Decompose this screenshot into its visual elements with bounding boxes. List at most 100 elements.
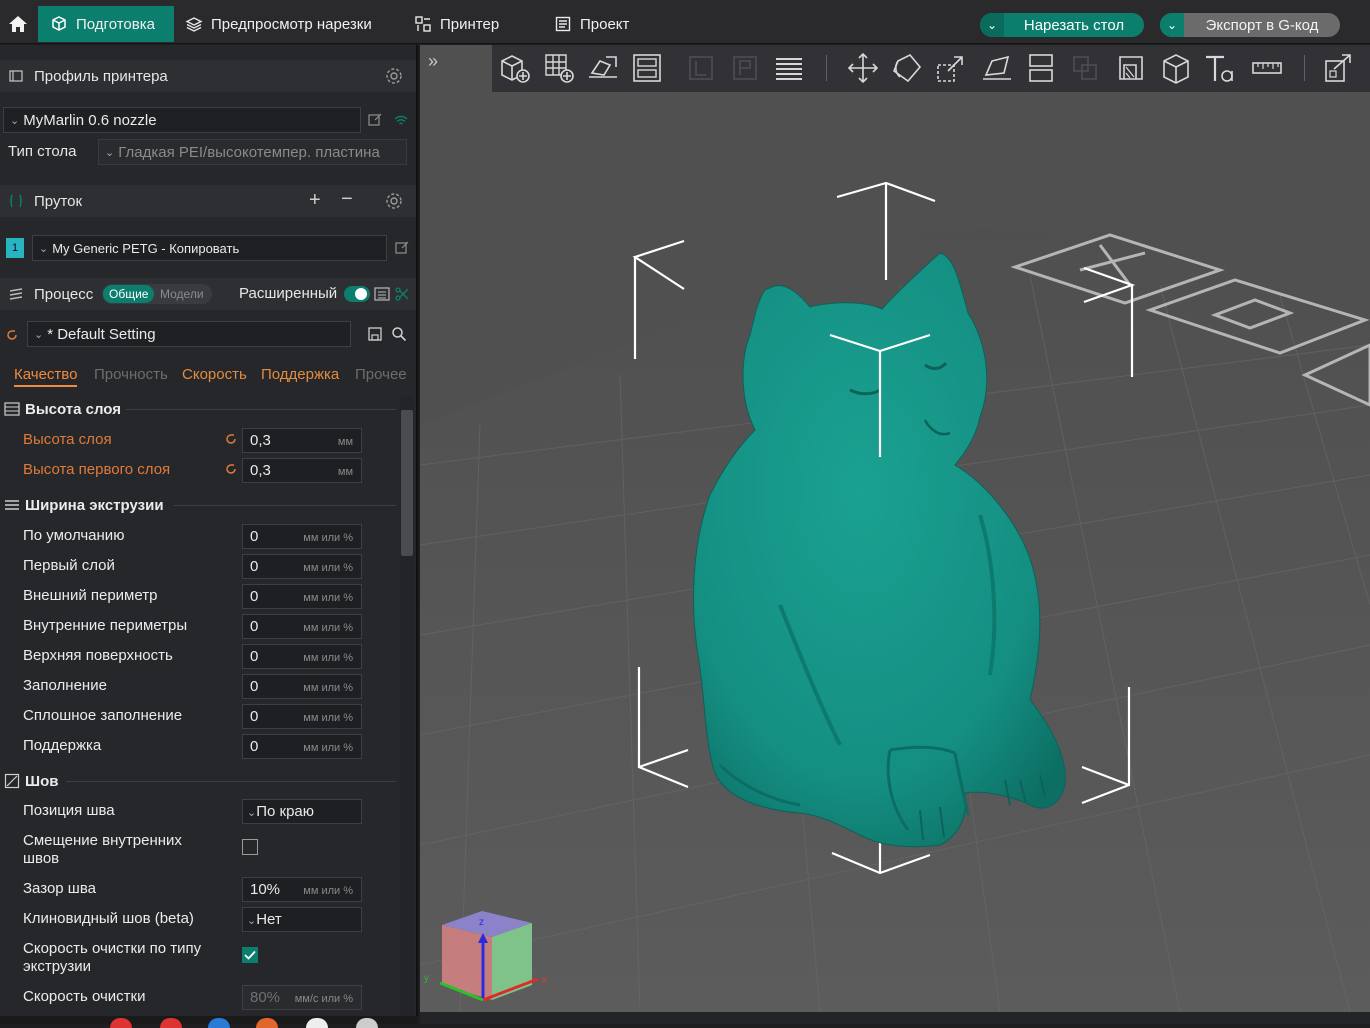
setting-label: Клиновидный шов (beta) bbox=[23, 910, 194, 927]
collapse-sidebar-icon[interactable]: » bbox=[428, 51, 450, 73]
filament-slot-badge[interactable]: 1 bbox=[6, 238, 24, 258]
auto-orient-icon[interactable] bbox=[586, 51, 620, 85]
chevron-down-icon: ⌄ bbox=[247, 915, 257, 927]
setting-label: Внутренние периметры bbox=[23, 617, 188, 634]
line-width-solid-infill-input[interactable]: 0 мм или % bbox=[242, 704, 362, 729]
split-parts-icon[interactable] bbox=[728, 51, 762, 85]
field-unit: мм или % bbox=[303, 712, 353, 724]
scrollbar-thumb[interactable] bbox=[401, 410, 413, 556]
wifi-icon[interactable] bbox=[393, 112, 409, 128]
3d-viewport[interactable]: z y x » bbox=[420, 45, 1370, 1012]
subtab-speed[interactable]: Скорость bbox=[182, 366, 247, 383]
scarf-seam-value: Нет bbox=[256, 911, 282, 928]
process-header: Процесс Общие Модели Расширенный bbox=[0, 278, 416, 310]
printer-settings-gear-icon[interactable] bbox=[385, 67, 403, 85]
tab-printer[interactable]: Принтер bbox=[414, 6, 524, 42]
split-objects-icon[interactable] bbox=[684, 51, 718, 85]
printer-profile-icon bbox=[9, 70, 23, 82]
reset-preset-icon[interactable] bbox=[4, 327, 20, 343]
subtab-strength[interactable]: Прочность bbox=[94, 366, 168, 383]
rotate-icon[interactable] bbox=[890, 51, 924, 85]
scarf-seam-select[interactable]: ⌄Нет bbox=[242, 907, 362, 932]
export-gcode-label: Экспорт в G-код bbox=[1205, 16, 1319, 34]
line-width-inner-wall-input[interactable]: 0 мм или % bbox=[242, 614, 362, 639]
export-gcode-button[interactable]: ⌄ Экспорт в G-код bbox=[1160, 13, 1340, 37]
orientation-cube[interactable] bbox=[439, 911, 539, 1002]
save-preset-icon[interactable] bbox=[367, 326, 383, 342]
tab-prepare[interactable]: Подготовка bbox=[38, 6, 174, 42]
lay-on-face-icon[interactable] bbox=[980, 51, 1014, 85]
setting-label: Зазор шва bbox=[23, 880, 96, 897]
export-dropdown-chevron-icon[interactable]: ⌄ bbox=[1160, 13, 1184, 37]
subtab-support[interactable]: Поддержка bbox=[261, 366, 339, 383]
assembly-view-icon[interactable] bbox=[1322, 51, 1356, 85]
reset-value-icon[interactable] bbox=[223, 461, 239, 477]
setting-line-width-default: По умолчанию 0 мм или % bbox=[23, 524, 393, 550]
scale-icon[interactable] bbox=[934, 51, 968, 85]
axis-z-label: z bbox=[479, 917, 484, 928]
measure-icon[interactable] bbox=[1250, 51, 1284, 85]
process-preset-select[interactable]: ⌄ * Default Setting bbox=[27, 321, 351, 347]
field-unit: мм/с или % bbox=[294, 993, 353, 1005]
subtab-others[interactable]: Прочее bbox=[355, 366, 407, 383]
arrange-icon[interactable] bbox=[630, 51, 664, 85]
field-value: ⌄Нет bbox=[247, 911, 282, 928]
line-width-first-layer-input[interactable]: 0 мм или % bbox=[242, 554, 362, 579]
cut-icon[interactable] bbox=[1024, 51, 1058, 85]
line-width-outer-wall-input[interactable]: 0 мм или % bbox=[242, 584, 362, 609]
search-icon[interactable] bbox=[391, 326, 407, 342]
layers-editing-icon[interactable] bbox=[772, 51, 806, 85]
settings-scrollbar[interactable] bbox=[400, 396, 414, 1016]
setting-line-width-outer-wall: Внешний периметр 0 мм или % bbox=[23, 584, 393, 610]
slice-dropdown-chevron-icon[interactable]: ⌄ bbox=[980, 13, 1004, 37]
setting-label: Первый слой bbox=[23, 557, 115, 574]
compare-icon[interactable] bbox=[394, 286, 410, 302]
subtab-quality[interactable]: Качество bbox=[14, 366, 78, 387]
advanced-switch[interactable] bbox=[344, 286, 370, 302]
add-filament-icon[interactable]: + bbox=[309, 189, 321, 212]
remove-filament-icon[interactable]: − bbox=[341, 188, 353, 211]
reset-value-icon[interactable] bbox=[223, 431, 239, 447]
setting-line-width-top-surface: Верхняя поверхность 0 мм или % bbox=[23, 644, 393, 670]
bed-type-select[interactable]: ⌄ Гладкая PEI/высокотемпер. пластина bbox=[98, 139, 407, 165]
line-width-infill-input[interactable]: 0 мм или % bbox=[242, 674, 362, 699]
printer-profile-select[interactable]: ⌄ MyMarlin 0.6 nozzle bbox=[3, 107, 361, 133]
filament-select[interactable]: ⌄ My Generic PETG - Копировать bbox=[32, 235, 387, 261]
seam-position-select[interactable]: ⌄По краю bbox=[242, 799, 362, 824]
chevron-down-icon: ⌄ bbox=[39, 242, 49, 255]
slice-plate-button[interactable]: ⌄ Нарезать стол bbox=[980, 13, 1144, 37]
seam-paint-icon[interactable] bbox=[1158, 51, 1192, 85]
wipe-speed-by-type-checkbox[interactable] bbox=[242, 947, 258, 963]
mesh-boolean-icon[interactable] bbox=[1068, 51, 1102, 85]
line-width-top-surface-input[interactable]: 0 мм или % bbox=[242, 644, 362, 669]
group-seam: Шов bbox=[4, 769, 396, 793]
edit-filament-icon[interactable] bbox=[394, 240, 410, 256]
tab-slice-preview-label: Предпросмотр нарезки bbox=[211, 15, 372, 33]
list-view-icon[interactable] bbox=[374, 286, 390, 302]
toggle-global[interactable]: Общие bbox=[103, 285, 155, 303]
text-tool-icon[interactable] bbox=[1202, 51, 1236, 85]
staggered-inner-seams-checkbox[interactable] bbox=[242, 839, 258, 855]
line-width-default-input[interactable]: 0 мм или % bbox=[242, 524, 362, 549]
add-plate-icon[interactable] bbox=[542, 51, 576, 85]
project-icon bbox=[555, 16, 571, 32]
tab-slice-preview[interactable]: Предпросмотр нарезки bbox=[185, 6, 395, 42]
layer-height-input[interactable]: 0,3 мм bbox=[242, 428, 362, 453]
field-value: ⌄По краю bbox=[247, 803, 314, 820]
line-width-support-input[interactable]: 0 мм или % bbox=[242, 734, 362, 759]
edit-printer-icon[interactable] bbox=[367, 112, 383, 128]
field-unit: мм или % bbox=[303, 652, 353, 664]
add-model-icon[interactable] bbox=[498, 51, 532, 85]
toggle-models[interactable]: Модели bbox=[160, 287, 204, 301]
field-unit: мм или % bbox=[303, 742, 353, 754]
first-layer-height-input[interactable]: 0,3 мм bbox=[242, 458, 362, 483]
group-line-width-title: Ширина экструзии bbox=[25, 496, 164, 514]
wipe-speed-input[interactable]: 80% мм/с или % bbox=[242, 985, 362, 1010]
cube-icon bbox=[52, 16, 66, 31]
filament-settings-gear-icon[interactable] bbox=[385, 192, 403, 210]
home-icon[interactable] bbox=[0, 6, 36, 42]
move-icon[interactable] bbox=[846, 51, 880, 85]
seam-gap-input[interactable]: 10% мм или % bbox=[242, 877, 362, 902]
support-paint-icon[interactable] bbox=[1114, 51, 1148, 85]
tab-project[interactable]: Проект bbox=[554, 6, 664, 42]
